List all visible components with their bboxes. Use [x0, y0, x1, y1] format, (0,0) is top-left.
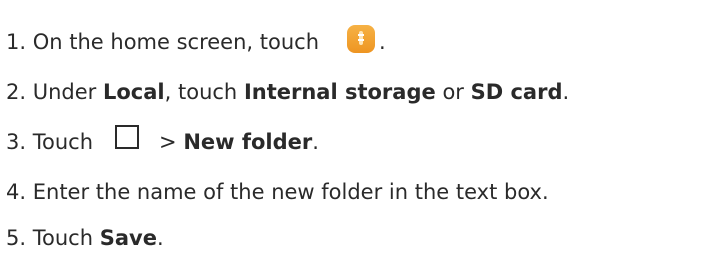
step-1: 1. On the home screen, touch . [6, 22, 386, 62]
step-5-number: 5. [6, 226, 27, 250]
step-4-number: 4. [6, 180, 27, 204]
step-4: 4. Enter the name of the new folder in t… [6, 172, 549, 212]
step-2-sd-card: SD card [470, 80, 563, 104]
step-3-number: 3. [6, 130, 27, 154]
step-5-save: Save [99, 226, 157, 250]
step-1-text: On the home screen, touch [32, 30, 320, 54]
step-1-number: 1. [6, 30, 27, 54]
step-3-new-folder: New folder [183, 130, 313, 154]
step-2-touch: , touch [164, 80, 238, 104]
step-5: 5. Touch Save . [6, 218, 164, 258]
step-5-touch: Touch [32, 226, 94, 250]
step-2: 2. Under Local , touch Internal storage … [6, 72, 569, 112]
step-2-or: or [442, 80, 464, 104]
step-5-period: . [156, 226, 164, 250]
step-2-under: Under [32, 80, 97, 104]
more-options-square-icon[interactable] [115, 125, 140, 149]
step-2-number: 2. [6, 80, 27, 104]
step-3: 3. Touch > New folder . [6, 122, 319, 162]
step-3-period: . [312, 130, 319, 154]
step-3-arrow: > [159, 130, 177, 154]
step-2-internal-storage: Internal storage [243, 80, 436, 104]
step-2-period: . [562, 80, 570, 104]
files-app-icon[interactable] [347, 25, 376, 53]
step-2-local: Local [103, 80, 165, 104]
step-3-touch: Touch [32, 130, 94, 154]
zipper-mark [358, 31, 365, 45]
step-1-period: . [379, 30, 386, 54]
step-4-text: Enter the name of the new folder in the … [32, 180, 549, 204]
